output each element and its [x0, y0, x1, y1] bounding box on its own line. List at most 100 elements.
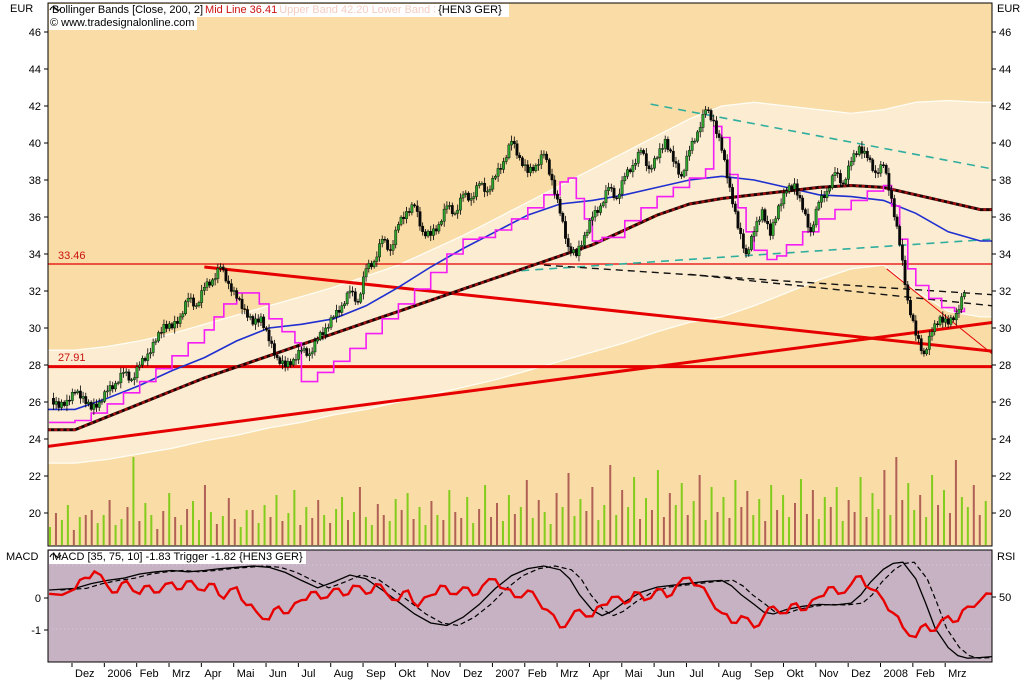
candle-body	[539, 154, 543, 165]
candle-body	[488, 188, 492, 192]
candle-body	[960, 296, 964, 310]
candle-body	[189, 297, 193, 300]
candle-body	[122, 372, 125, 374]
volume-bar	[698, 475, 701, 545]
candle-body	[801, 197, 805, 210]
volume-bar	[412, 519, 415, 545]
candle-body	[407, 211, 411, 213]
candle-body	[453, 213, 457, 215]
y-axis-label: 28	[29, 360, 41, 372]
candle-body	[108, 385, 112, 392]
volume-bar	[680, 483, 683, 545]
candle-body	[529, 166, 532, 173]
volume-bar	[144, 503, 147, 545]
volume-bar	[805, 514, 808, 545]
candle-body	[919, 338, 923, 351]
candle-body	[733, 203, 737, 212]
candle-body	[790, 185, 794, 190]
candle-body	[116, 382, 120, 384]
candle-body	[666, 139, 670, 150]
candle-body	[582, 235, 586, 246]
candle-body	[313, 340, 317, 353]
candle-body	[763, 209, 767, 222]
candle-body	[545, 153, 549, 160]
candle-body	[933, 323, 937, 332]
candle-body	[709, 110, 713, 121]
y-axis-label: 38	[29, 175, 41, 187]
volume-bar	[734, 480, 737, 545]
x-axis-label: Dez	[75, 668, 95, 680]
candle-body	[644, 153, 648, 166]
candle-body	[868, 157, 872, 160]
resistance-line-label: 33.46	[58, 250, 86, 262]
candle-body	[472, 196, 476, 199]
volume-bar	[484, 485, 487, 545]
candle-body	[946, 318, 950, 325]
candle-body	[450, 205, 454, 214]
candle-body	[607, 187, 611, 191]
bands-value-label: Upper Band 42.20 Lower Band 30.61	[279, 4, 461, 16]
candle-body	[256, 318, 260, 323]
volume-bar	[633, 477, 636, 545]
candle-body	[413, 204, 416, 207]
candle-body	[68, 399, 72, 402]
candle-body	[515, 143, 519, 156]
candle-body	[936, 323, 939, 326]
volume-bar	[335, 509, 338, 545]
candle-body	[149, 352, 152, 355]
volume-bar	[674, 505, 677, 545]
candle-body	[663, 139, 667, 149]
candle-body	[601, 202, 605, 207]
candle-body	[146, 353, 150, 361]
candle-body	[537, 164, 540, 166]
chart-canvas: 46 46 44 44 42 42 40 40 38 38 36 36 34 34 32 32 30 30 28 28…	[29, 2, 1011, 680]
candle-body	[81, 396, 85, 399]
volume-bar	[84, 515, 87, 545]
candle-body	[758, 219, 761, 222]
volume-bar	[656, 470, 659, 545]
candle-body	[822, 195, 826, 198]
volume-bar	[579, 499, 582, 545]
candle-body	[677, 163, 681, 175]
candle-body	[771, 222, 775, 236]
candle-body	[464, 192, 468, 196]
volume-bar	[311, 518, 314, 545]
y-axis-label: 34	[999, 249, 1011, 261]
candle-body	[520, 157, 524, 166]
candle-body	[741, 233, 745, 249]
candle-body	[542, 153, 546, 156]
y-axis-label: 32	[999, 286, 1011, 298]
volume-bar	[794, 503, 796, 545]
candle-body	[750, 236, 753, 250]
candle-body	[159, 332, 163, 334]
candle-body	[865, 150, 869, 158]
candle-body	[671, 150, 675, 162]
candle-body	[693, 140, 697, 143]
candle-body	[558, 199, 562, 214]
volume-bar	[275, 495, 278, 545]
candle-body	[550, 174, 554, 181]
volume-bar	[764, 521, 767, 545]
candle-body	[235, 290, 239, 299]
volume-bar	[561, 507, 564, 545]
volume-bar	[823, 497, 826, 545]
candle-body	[140, 358, 144, 366]
volume-bar	[704, 520, 707, 545]
candle-body	[952, 317, 955, 321]
candle-body	[620, 180, 624, 195]
y-axis-label: 34	[29, 249, 41, 261]
candle-body	[270, 340, 274, 344]
candle-body	[890, 190, 893, 199]
candle-body	[954, 313, 958, 321]
candle-body	[456, 209, 460, 214]
candle-body	[793, 183, 796, 190]
candle-body	[151, 342, 155, 353]
candle-body	[561, 213, 565, 222]
candle-body	[402, 216, 406, 219]
volume-bar	[645, 498, 647, 545]
candle-body	[97, 401, 101, 408]
y-axis-label: 40	[29, 138, 41, 150]
candle-body	[100, 401, 104, 403]
candle-body	[299, 350, 303, 352]
volume-bar	[120, 519, 123, 545]
